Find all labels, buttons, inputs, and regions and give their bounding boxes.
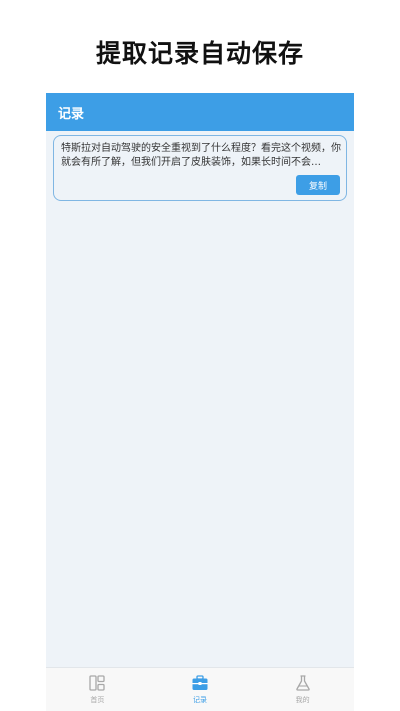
briefcase-icon bbox=[192, 675, 208, 690]
tab-records-label: 记录 bbox=[193, 696, 207, 704]
bottom-tab-bar: 首页 记录 我的 bbox=[46, 667, 354, 711]
app-screen: 记录 特斯拉对自动驾驶的安全重视到了什么程度？看完这个视频，你就会有所了解，但我… bbox=[46, 93, 354, 711]
copy-button[interactable]: 复制 bbox=[296, 175, 340, 195]
app-bar-title: 记录 bbox=[58, 106, 85, 122]
record-card[interactable]: 特斯拉对自动驾驶的安全重视到了什么程度？看完这个视频，你就会有所了解，但我们开启… bbox=[53, 135, 347, 201]
promo-headline: 提取记录自动保存 bbox=[95, 39, 304, 68]
tab-records[interactable]: 记录 bbox=[149, 668, 252, 711]
home-grid-icon bbox=[89, 675, 105, 691]
app-bar: 记录 bbox=[46, 93, 354, 131]
flask-icon bbox=[295, 675, 310, 691]
record-text: 特斯拉对自动驾驶的安全重视到了什么程度？看完这个视频，你就会有所了解，但我们开启… bbox=[61, 143, 341, 168]
tab-home-label: 首页 bbox=[90, 696, 105, 704]
tab-mine-label: 我的 bbox=[295, 696, 310, 704]
tab-home[interactable]: 首页 bbox=[46, 668, 149, 711]
tab-mine[interactable]: 我的 bbox=[251, 668, 354, 711]
